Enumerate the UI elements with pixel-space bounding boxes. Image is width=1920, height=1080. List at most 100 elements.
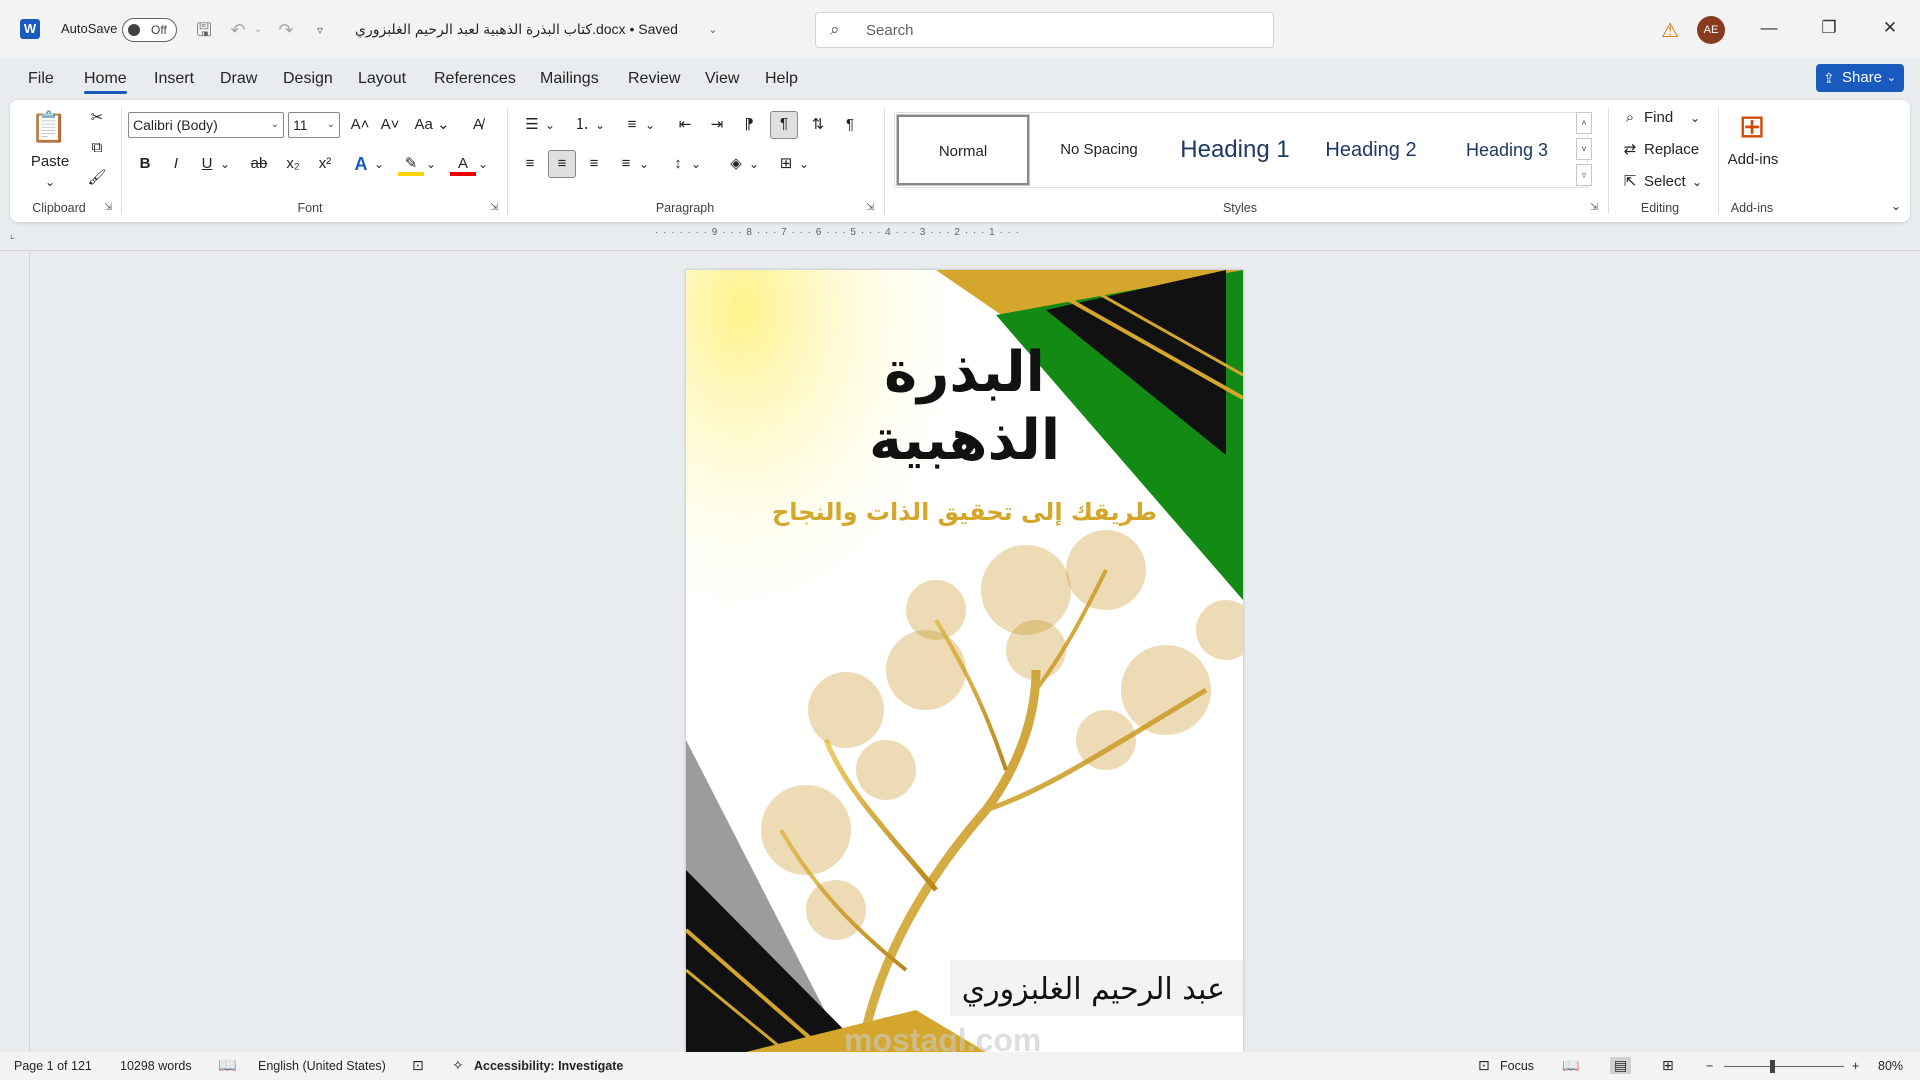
ruler-corner-icon[interactable]: ⌞	[10, 230, 15, 241]
language[interactable]: English (United States)	[258, 1059, 386, 1073]
highlight-dropdown-icon[interactable]: ⌄	[424, 152, 438, 176]
tab-file[interactable]: File	[28, 70, 54, 88]
document-page[interactable]: البذرة الذهبية طريقك إلى تحقيق الذات وال…	[686, 270, 1243, 1052]
multilevel-list-icon[interactable]: ≡	[620, 113, 644, 137]
styles-scroll-up-icon[interactable]: ˄	[1576, 112, 1592, 134]
collapse-ribbon-icon[interactable]: ⌄	[1886, 194, 1906, 218]
select-dropdown-icon[interactable]: ⌄	[1690, 170, 1704, 194]
save-icon[interactable]: 🖫	[191, 17, 217, 43]
replace-icon[interactable]: ⇄	[1620, 138, 1640, 162]
strikethrough-icon[interactable]: ab	[246, 152, 272, 176]
style-no-spacing[interactable]: No Spacing	[1033, 115, 1165, 185]
find-button[interactable]: Find	[1644, 106, 1686, 130]
align-left-icon[interactable]: ≡	[518, 152, 542, 176]
font-launcher-icon[interactable]: ⇲	[490, 202, 498, 213]
paragraph-launcher-icon[interactable]: ⇲	[866, 202, 874, 213]
numbering-icon[interactable]: ⒈	[570, 113, 594, 137]
word-count[interactable]: 10298 words	[120, 1059, 192, 1073]
tab-help[interactable]: Help	[765, 70, 798, 88]
tab-insert[interactable]: Insert	[154, 70, 194, 88]
customize-toolbar-icon[interactable]: ▿	[307, 17, 333, 43]
find-dropdown-icon[interactable]: ⌄	[1688, 106, 1702, 130]
clipboard-launcher-icon[interactable]: ⇲	[104, 202, 112, 213]
title-chevron-down-icon[interactable]: ⌄	[700, 17, 726, 43]
find-icon[interactable]: ⌕	[1620, 106, 1640, 130]
tab-references[interactable]: References	[434, 70, 516, 88]
page-count[interactable]: Page 1 of 121	[14, 1059, 92, 1073]
addins-icon[interactable]: ⊞	[1732, 106, 1772, 146]
paste-icon[interactable]: 📋	[30, 108, 68, 148]
undo-dropdown-icon[interactable]: ⌄	[245, 17, 271, 43]
text-effects-icon[interactable]: A	[348, 152, 374, 176]
bullets-icon[interactable]: ☰	[520, 113, 544, 137]
style-heading-2[interactable]: Heading 2	[1305, 115, 1437, 185]
shading-icon[interactable]: ◈	[724, 152, 748, 176]
multilevel-dropdown-icon[interactable]: ⌄	[644, 113, 656, 137]
rtl-direction-icon[interactable]: ¶	[770, 111, 798, 139]
copy-icon[interactable]: ⧉	[86, 136, 108, 160]
accessibility-icon[interactable]: ✧	[452, 1057, 464, 1074]
styles-scroll-down-icon[interactable]: ˅	[1576, 138, 1592, 160]
shading-dropdown-icon[interactable]: ⌄	[748, 152, 760, 176]
cut-icon[interactable]: ✂	[86, 106, 108, 130]
font-color-icon[interactable]: A	[450, 152, 476, 176]
change-case-button[interactable]: Aa ⌄	[412, 113, 452, 137]
zoom-level[interactable]: 80%	[1878, 1059, 1903, 1073]
zoom-in-icon[interactable]: +	[1852, 1059, 1859, 1073]
close-icon[interactable]: ✕	[1867, 10, 1913, 46]
accessibility-status[interactable]: Accessibility: Investigate	[474, 1059, 623, 1073]
line-spacing-dropdown-icon[interactable]: ⌄	[690, 152, 702, 176]
tab-draw[interactable]: Draw	[220, 70, 257, 88]
tab-review[interactable]: Review	[628, 70, 680, 88]
font-size-select[interactable]: 11 ⌄	[288, 112, 340, 138]
line-spacing-icon[interactable]: ↕	[666, 152, 690, 176]
justify-dropdown-icon[interactable]: ⌄	[638, 152, 650, 176]
print-layout-icon[interactable]: ▤	[1610, 1057, 1632, 1074]
bold-icon[interactable]: B	[134, 152, 156, 176]
tab-layout[interactable]: Layout	[358, 70, 406, 88]
align-right-icon[interactable]: ≡	[582, 152, 606, 176]
styles-launcher-icon[interactable]: ⇲	[1590, 202, 1598, 213]
tab-design[interactable]: Design	[283, 70, 333, 88]
read-mode-icon[interactable]: 📖	[1562, 1057, 1579, 1074]
sort-icon[interactable]: ⇅	[806, 113, 830, 137]
replace-button[interactable]: Replace	[1644, 138, 1704, 162]
underline-icon[interactable]: U	[196, 152, 218, 176]
numbering-dropdown-icon[interactable]: ⌄	[594, 113, 606, 137]
italic-icon[interactable]: I	[165, 152, 187, 176]
superscript-icon[interactable]: x²	[312, 152, 338, 176]
ltr-direction-icon[interactable]: ⁋	[737, 113, 761, 137]
clear-formatting-icon[interactable]: A̸	[465, 113, 491, 137]
proofing-icon[interactable]: 📖	[218, 1056, 237, 1074]
justify-icon[interactable]: ≡	[614, 152, 638, 176]
zoom-slider-thumb[interactable]	[1770, 1060, 1775, 1073]
autosave-toggle[interactable]: Off	[122, 18, 177, 42]
grow-font-icon[interactable]: A˄	[347, 113, 373, 137]
redo-icon[interactable]: ↷	[273, 17, 299, 43]
borders-icon[interactable]: ⊞	[774, 152, 798, 176]
select-button[interactable]: Select	[1644, 170, 1690, 194]
format-painter-icon[interactable]: 🖌	[86, 166, 108, 190]
minimize-icon[interactable]: —	[1746, 10, 1792, 46]
style-heading-1[interactable]: Heading 1	[1169, 115, 1301, 185]
addins-button[interactable]: Add-ins	[1726, 148, 1780, 172]
increase-indent-icon[interactable]: ⇥	[705, 113, 729, 137]
styles-more-icon[interactable]: ▿	[1576, 164, 1592, 186]
search-box[interactable]: ⌕ Search	[815, 12, 1274, 48]
zoom-slider[interactable]	[1724, 1066, 1844, 1067]
decrease-indent-icon[interactable]: ⇤	[673, 113, 697, 137]
subscript-icon[interactable]: x₂	[280, 152, 306, 176]
show-formatting-icon[interactable]: ¶	[838, 113, 862, 137]
style-normal[interactable]: Normal	[896, 114, 1030, 186]
align-center-icon[interactable]: ≡	[548, 150, 576, 178]
select-icon[interactable]: ⇱	[1620, 170, 1640, 194]
style-heading-3[interactable]: Heading 3	[1441, 115, 1573, 185]
web-layout-icon[interactable]: ⊞	[1662, 1057, 1674, 1074]
borders-dropdown-icon[interactable]: ⌄	[798, 152, 810, 176]
zoom-out-icon[interactable]: −	[1706, 1059, 1713, 1073]
shrink-font-icon[interactable]: A˅	[377, 113, 403, 137]
text-effects-dropdown-icon[interactable]: ⌄	[372, 152, 386, 176]
underline-dropdown-icon[interactable]: ⌄	[218, 152, 232, 176]
warning-icon[interactable]: ⚠	[1661, 18, 1683, 42]
tab-mailings[interactable]: Mailings	[540, 70, 599, 88]
